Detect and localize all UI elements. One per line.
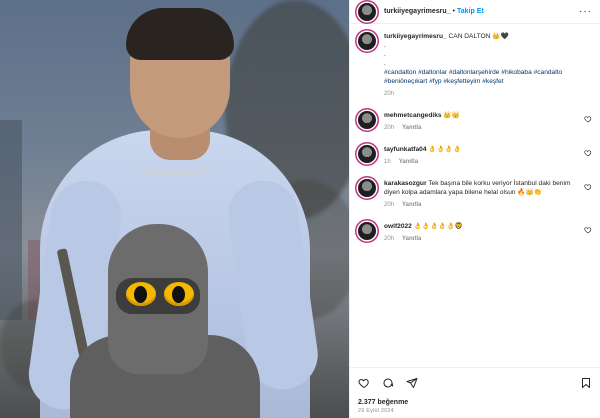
comment-username[interactable]: karakasozgur (384, 180, 427, 187)
commenter-avatar[interactable] (358, 145, 376, 163)
comment-time: 20h (384, 236, 395, 242)
comment-item: owlf2022 👌👌👌👌👌🦁 20h Yanıtla (358, 222, 592, 244)
reply-button[interactable]: Yanıtla (399, 158, 418, 167)
bookmark-icon[interactable] (580, 377, 592, 389)
post-actions: 2.377 beğenme 29 Eylül 2024 (350, 367, 600, 418)
share-icon[interactable] (406, 377, 418, 389)
like-comment-icon[interactable] (584, 226, 592, 234)
reply-button[interactable]: Yanıtla (402, 235, 421, 244)
comment-username[interactable]: mehmetcangediks (384, 112, 442, 119)
caption-time: 20h (384, 91, 395, 97)
eye-icon (126, 282, 156, 306)
post-header: turkiiyegayrimesru_ • Takip Et ··· (350, 0, 600, 24)
comment-item: karakasozgur Tek başına bile korku veriy… (358, 179, 592, 210)
comment-time: 20h (384, 125, 395, 131)
like-comment-icon[interactable] (584, 149, 592, 157)
author-avatar[interactable] (358, 32, 376, 50)
comment-text: 👑👑 (443, 112, 460, 119)
instagram-post: turkiiyegayrimesru_ • Takip Et ··· turki… (0, 0, 600, 418)
eye-icon (164, 282, 194, 306)
post-date: 29 Eylül 2024 (358, 408, 394, 414)
comment-text: 👌👌👌👌👌🦁 (413, 223, 463, 230)
reply-button[interactable]: Yanıtla (402, 124, 421, 133)
caption-hashtags[interactable]: #candalton #daltonlar #daltonlarşehirde … (384, 68, 592, 86)
commenter-avatar[interactable] (358, 222, 376, 240)
caption-text: CAN DALTON 👑🖤 (448, 33, 509, 40)
comment-text: 👌👌👌👌 (428, 146, 462, 153)
comment-username[interactable]: tayfunkatfa04 (384, 146, 427, 153)
caption: turkiiyegayrimesru_ CAN DALTON 👑🖤 . . . … (358, 32, 592, 99)
comment-time: 20h (384, 202, 395, 208)
reply-button[interactable]: Yanıtla (402, 201, 421, 210)
author-avatar[interactable] (358, 2, 376, 21)
separator-dot: • (452, 8, 455, 15)
comments-section: turkiiyegayrimesru_ CAN DALTON 👑🖤 . . . … (350, 24, 600, 367)
caption-line: . (384, 42, 386, 49)
more-options-icon[interactable]: ··· (579, 6, 592, 17)
caption-line: . (384, 60, 386, 67)
comment-username[interactable]: owlf2022 (384, 223, 412, 230)
like-count[interactable]: 2.377 beğenme (358, 399, 592, 406)
caption-line: . (384, 51, 386, 58)
follow-button[interactable]: Takip Et (457, 8, 484, 15)
post-sidebar: turkiiyegayrimesru_ • Takip Et ··· turki… (349, 0, 600, 418)
author-username[interactable]: turkiiyegayrimesru_ (384, 8, 451, 15)
caption-username[interactable]: turkiiyegayrimesru_ (384, 33, 447, 40)
like-comment-icon[interactable] (584, 115, 592, 123)
commenter-avatar[interactable] (358, 111, 376, 129)
comment-item: mehmetcangediks 👑👑 20h Yanıtla (358, 111, 592, 133)
comment-item: tayfunkatfa04 👌👌👌👌 1h Yanıtla (358, 145, 592, 167)
post-photo[interactable] (0, 0, 349, 418)
commenter-avatar[interactable] (358, 179, 376, 197)
like-comment-icon[interactable] (584, 183, 592, 191)
comment-time: 1h (384, 159, 391, 165)
comment-icon[interactable] (382, 377, 394, 389)
heart-icon[interactable] (358, 377, 370, 389)
